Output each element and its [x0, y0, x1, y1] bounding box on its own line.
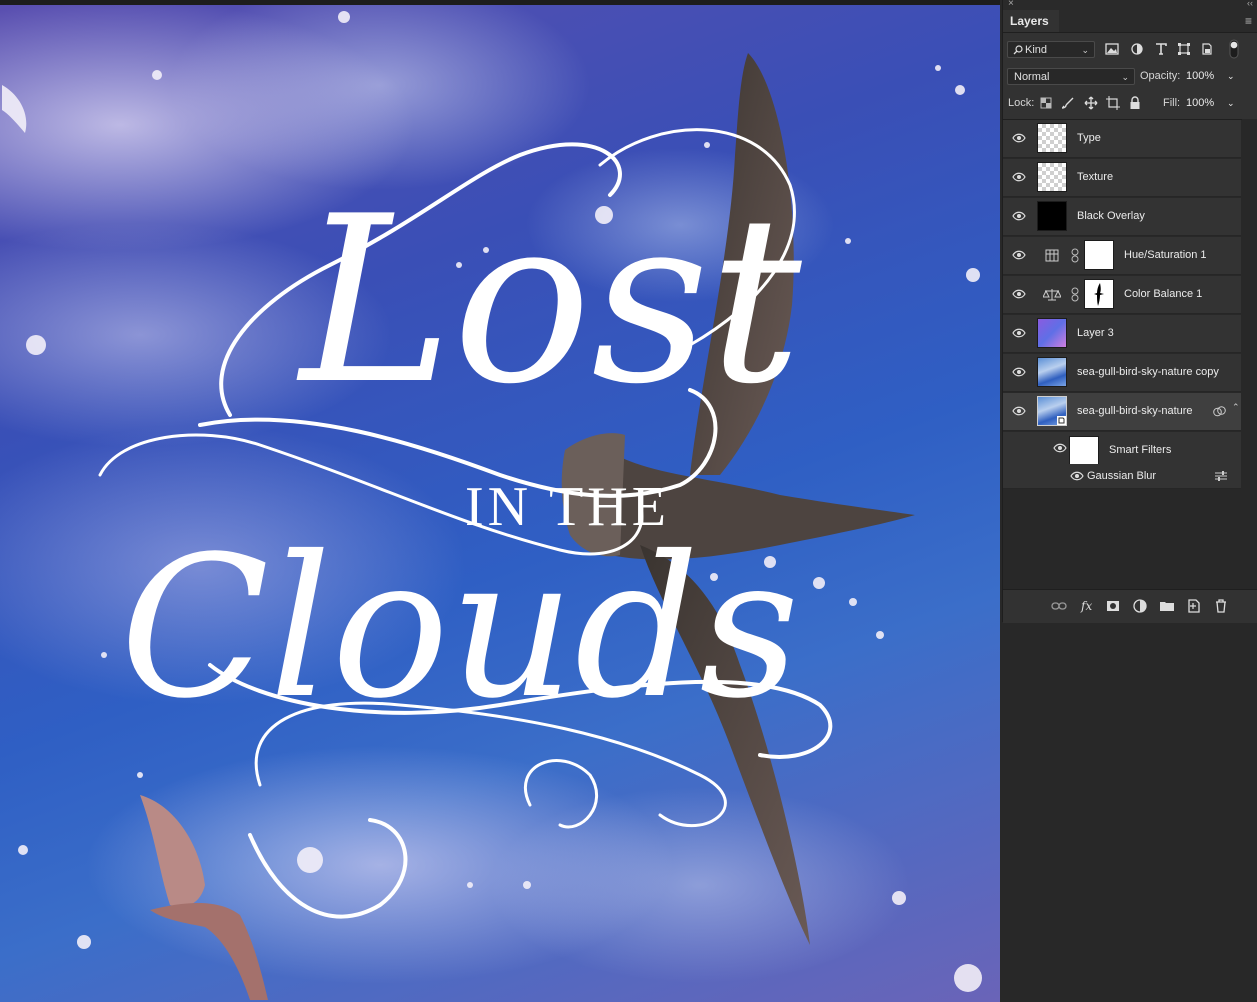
layer-row-hue-saturation[interactable]: Hue/Saturation 1 [1003, 237, 1241, 275]
smart-filters-row[interactable]: Smart Filters [1003, 432, 1241, 466]
eye-visibility-icon[interactable] [1012, 133, 1026, 143]
eye-visibility-icon[interactable] [1070, 471, 1084, 481]
lock-transparent-pixels-icon[interactable] [1040, 97, 1052, 109]
layer-thumbnail [1037, 318, 1067, 348]
trash-icon[interactable] [1213, 598, 1229, 614]
document-canvas[interactable]: Lost IN THE Clouds [0, 5, 1000, 1002]
eye-visibility-icon[interactable] [1053, 443, 1067, 453]
eye-visibility-icon[interactable] [1012, 211, 1026, 221]
smart-filter-indicator-icon[interactable] [1213, 406, 1226, 417]
layer-name: Color Balance 1 [1124, 288, 1203, 300]
seagull-small [140, 795, 268, 1000]
lock-position-icon[interactable] [1084, 96, 1098, 110]
layers-list: Type Texture Black Overlay Hue/Saturatio… [1003, 119, 1257, 590]
smart-filters-label: Smart Filters [1109, 444, 1172, 456]
hue-saturation-icon [1045, 249, 1059, 262]
layer-thumbnail [1037, 162, 1067, 192]
eye-visibility-icon[interactable] [1012, 328, 1026, 338]
fx-icon[interactable]: fx [1079, 598, 1095, 614]
filter-pixel-icon[interactable] [1105, 43, 1119, 55]
layer-row-type[interactable]: Type [1003, 120, 1241, 158]
opacity-chevron-icon[interactable]: ⌄ [1227, 68, 1235, 85]
layer-mask-thumbnail[interactable] [1084, 279, 1114, 309]
lock-label: Lock: [1008, 97, 1035, 109]
layer-row-seagull[interactable]: sea-gull-bird-sky-nature ⌃ [1003, 393, 1241, 431]
opacity-value[interactable]: 100% [1186, 68, 1214, 85]
layer-row-color-balance[interactable]: Color Balance 1 [1003, 276, 1241, 314]
filter-adjustment-icon[interactable] [1131, 43, 1143, 55]
filter-smart-object-icon[interactable] [1201, 43, 1213, 55]
layer-row-layer-3[interactable]: Layer 3 [1003, 315, 1241, 353]
eye-visibility-icon[interactable] [1012, 250, 1026, 260]
filter-shape-icon[interactable] [1178, 43, 1190, 55]
filter-blending-options-icon[interactable] [1215, 471, 1227, 481]
new-adjustment-layer-icon[interactable] [1132, 598, 1148, 614]
layer-thumbnail [1037, 201, 1067, 231]
fill-chevron-icon[interactable]: ⌄ [1227, 95, 1235, 112]
panel-tab-bar: Layers ≡ [1003, 10, 1257, 33]
smart-filter-mask-thumbnail[interactable] [1069, 436, 1099, 466]
opacity-label: Opacity: [1140, 70, 1181, 82]
mask-link-icon[interactable] [1071, 248, 1079, 263]
color-balance-icon [1043, 289, 1061, 301]
eye-visibility-icon[interactable] [1012, 172, 1026, 182]
lock-artboard-icon[interactable] [1106, 96, 1120, 110]
chevron-down-icon: ⌄ [1081, 45, 1089, 55]
lettering-lost: Lost [296, 168, 802, 435]
canvas-artwork: Lost IN THE Clouds [2, 11, 982, 1000]
layer-name: Hue/Saturation 1 [1124, 249, 1207, 261]
svg-text:fx: fx [1080, 599, 1092, 613]
collapse-panel-button[interactable]: ‹‹ [1247, 0, 1253, 8]
layers-panel: × ‹‹ Layers ≡ Kind ⌄ Normal ⌄ Opacity: 1… [1002, 0, 1257, 623]
smart-filter-name: Gaussian Blur [1087, 470, 1157, 482]
lock-all-icon[interactable] [1129, 96, 1141, 110]
smart-object-badge-icon [1057, 416, 1066, 425]
layers-scrollbar[interactable] [1242, 119, 1257, 589]
new-group-folder-icon[interactable] [1159, 598, 1175, 614]
filter-type-icon[interactable] [1155, 43, 1167, 55]
eye-visibility-icon[interactable] [1012, 406, 1026, 416]
layer-name: sea-gull-bird-sky-nature copy [1077, 366, 1219, 378]
blend-mode-value: Normal [1014, 71, 1050, 83]
filter-kind-dropdown[interactable]: Kind ⌄ [1007, 41, 1095, 58]
lettering-clouds: Clouds [120, 514, 799, 741]
lock-image-pixels-icon[interactable] [1062, 97, 1074, 109]
layer-name: Type [1077, 132, 1101, 144]
eye-visibility-icon[interactable] [1012, 367, 1026, 377]
layer-row-black-overlay[interactable]: Black Overlay [1003, 198, 1241, 236]
new-layer-icon[interactable] [1186, 598, 1202, 614]
smart-filter-gaussian-blur[interactable]: Gaussian Blur [1003, 464, 1241, 489]
eye-visibility-icon[interactable] [1012, 289, 1026, 299]
fill-label: Fill: [1163, 97, 1181, 109]
panel-resize-grip[interactable] [1002, 614, 1257, 622]
blend-mode-dropdown[interactable]: Normal ⌄ [1007, 68, 1135, 85]
layer-name: Texture [1077, 171, 1114, 183]
add-mask-icon[interactable] [1105, 598, 1121, 614]
layer-name: Layer 3 [1077, 327, 1114, 339]
layer-thumbnail [1037, 396, 1067, 426]
panel-dock-bar: × ‹‹ [1003, 0, 1257, 10]
collapse-effects-icon[interactable]: ⌃ [1232, 402, 1240, 413]
layer-row-seagull-copy[interactable]: sea-gull-bird-sky-nature copy [1003, 354, 1241, 392]
close-panel-button[interactable]: × [1008, 0, 1014, 9]
layer-row-texture[interactable]: Texture [1003, 159, 1241, 197]
layer-mask-thumbnail[interactable] [1084, 240, 1114, 270]
tab-layers[interactable]: Layers [1003, 10, 1059, 32]
filter-kind-label: Kind [1025, 44, 1048, 56]
layer-thumbnail [1037, 357, 1067, 387]
layer-name: sea-gull-bird-sky-nature [1077, 405, 1193, 417]
layer-thumbnail [1037, 123, 1067, 153]
filter-toggle-icon[interactable] [1229, 39, 1239, 59]
chevron-down-icon: ⌄ [1121, 72, 1129, 82]
search-icon [1013, 45, 1023, 55]
link-layers-icon[interactable] [1051, 598, 1067, 614]
layer-name: Black Overlay [1077, 210, 1145, 222]
panel-menu-icon[interactable]: ≡ [1245, 14, 1252, 28]
mask-link-icon[interactable] [1071, 287, 1079, 302]
bird-silhouette-icon [1094, 283, 1104, 306]
fill-value[interactable]: 100% [1186, 95, 1214, 112]
